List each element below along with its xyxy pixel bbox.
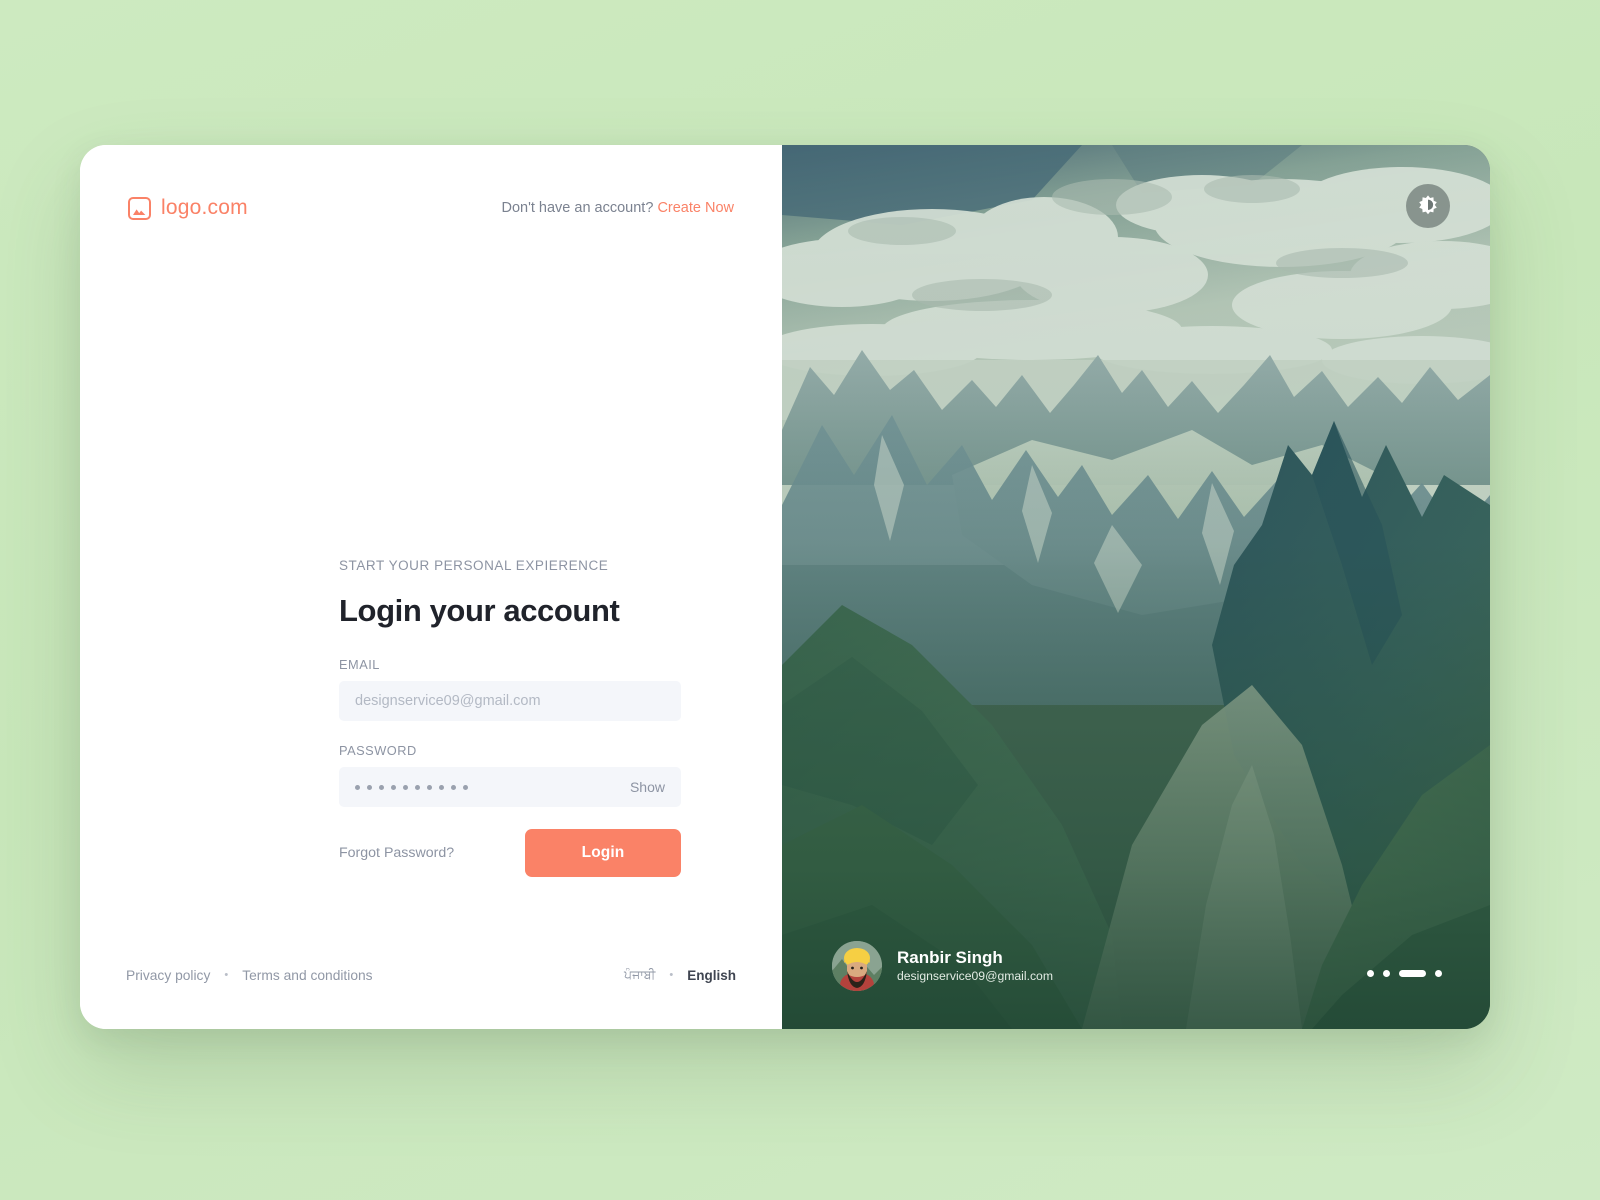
- password-dot: [367, 784, 372, 790]
- login-card: logo.com Don't have an account? Create N…: [80, 145, 1490, 1029]
- page-title: Login your account: [339, 593, 620, 628]
- password-dot: [427, 784, 432, 790]
- password-dot: [391, 784, 396, 790]
- brand-name: logo.com: [161, 196, 248, 219]
- forgot-password-link[interactable]: Forgot Password?: [339, 845, 454, 861]
- carousel-dot-active[interactable]: [1399, 970, 1426, 977]
- password-dot: [379, 784, 384, 790]
- brightness-icon: [1417, 194, 1439, 219]
- password-dot: [415, 784, 420, 790]
- photo-overlay-gradient: [782, 145, 1490, 1029]
- carousel-pagination: [1367, 970, 1442, 977]
- language-option-english[interactable]: English: [687, 968, 736, 983]
- account-prompt-text: Don't have an account?: [501, 200, 654, 216]
- terms-and-conditions-link[interactable]: Terms and conditions: [242, 968, 372, 983]
- carousel-dot[interactable]: [1435, 970, 1442, 977]
- carousel-dot[interactable]: [1383, 970, 1390, 977]
- profile-name: Ranbir Singh: [897, 948, 1003, 968]
- create-account-link[interactable]: Create Now: [657, 200, 734, 216]
- password-dot: [463, 784, 468, 790]
- login-button[interactable]: Login: [525, 829, 681, 877]
- language-option-punjabi[interactable]: ਪੰਜਾਬੀ: [624, 968, 655, 983]
- profile-text: Ranbir Singh designservice09@gmail.com: [897, 947, 1053, 984]
- brightness-toggle-button[interactable]: [1406, 184, 1450, 228]
- profile-card: Ranbir Singh designservice09@gmail.com: [832, 941, 1053, 991]
- avatar: [832, 941, 882, 991]
- image-icon: [128, 196, 151, 220]
- form-actions: Forgot Password? Login: [339, 829, 681, 877]
- pane-footer: Privacy policy • Terms and conditions ਪੰ…: [80, 965, 782, 985]
- carousel-dot[interactable]: [1367, 970, 1374, 977]
- brand-logo[interactable]: logo.com: [128, 196, 248, 220]
- language-switcher: ਪੰਜਾਬੀ • English: [624, 968, 736, 983]
- showcase-pane: Ranbir Singh designservice09@gmail.com: [782, 145, 1490, 1029]
- email-input[interactable]: [355, 693, 665, 709]
- legal-links: Privacy policy • Terms and conditions: [126, 968, 373, 983]
- language-separator: •: [669, 969, 674, 981]
- email-label: EMAIL: [339, 657, 380, 672]
- password-dot: [439, 784, 444, 790]
- login-pane: logo.com Don't have an account? Create N…: [80, 145, 782, 1029]
- show-password-toggle[interactable]: Show: [630, 779, 665, 795]
- form-eyebrow: START YOUR PERSONAL EXPIERENCE: [339, 558, 609, 573]
- create-account-prompt: Don't have an account? Create Now: [502, 200, 735, 216]
- privacy-policy-link[interactable]: Privacy policy: [126, 968, 210, 983]
- password-field-wrapper[interactable]: Show: [339, 767, 681, 807]
- profile-email: designservice09@gmail.com: [897, 968, 1053, 983]
- password-dot: [355, 784, 360, 790]
- password-masked-value: [355, 784, 468, 790]
- password-dot: [403, 784, 408, 790]
- password-label: PASSWORD: [339, 743, 417, 758]
- password-dot: [451, 784, 456, 790]
- footer-separator: •: [224, 969, 229, 981]
- login-form: START YOUR PERSONAL EXPIERENCE Login you…: [339, 558, 681, 877]
- email-field-wrapper[interactable]: [339, 681, 681, 721]
- page-background: logo.com Don't have an account? Create N…: [0, 0, 1600, 1200]
- pane-top-bar: logo.com Don't have an account? Create N…: [80, 191, 782, 225]
